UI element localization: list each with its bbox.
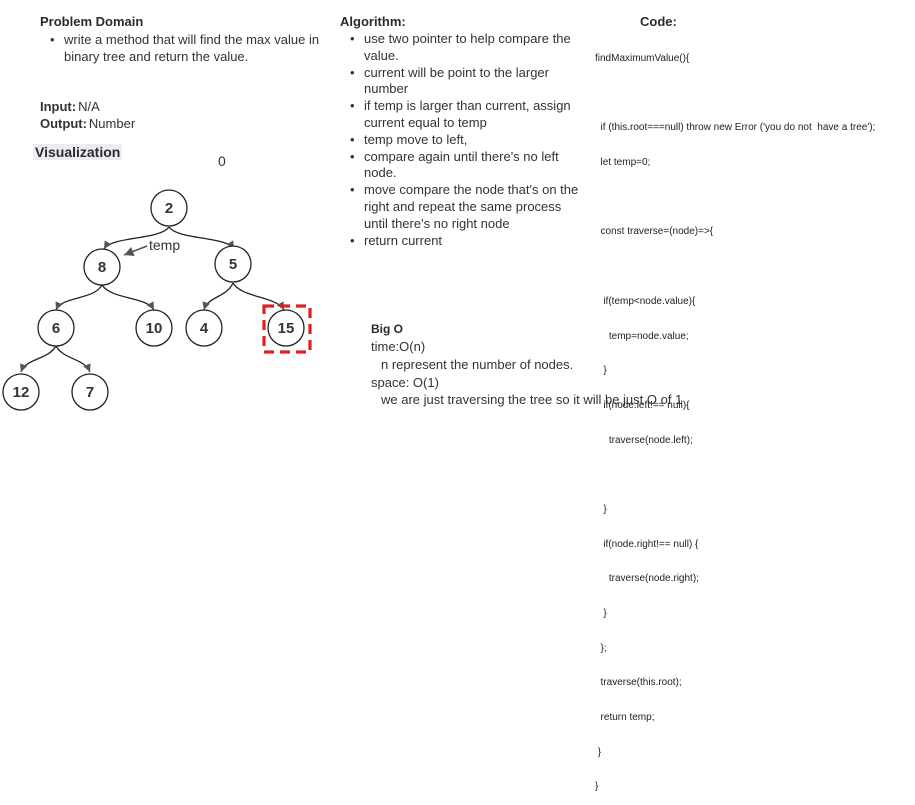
code-line: } [595,365,607,377]
code-line: const traverse=(node)=>{ [595,226,714,238]
edge-6-7 [55,345,91,373]
edge-8-6 [55,284,103,311]
algorithm-bullet: use two pointer to help compare the valu… [340,31,585,65]
algorithm-bullet: current will be point to the larger numb… [340,65,585,99]
algorithm-bullet: if temp is larger than current, assign c… [340,98,585,132]
code-line: if (this.root===null) throw new Error ('… [595,122,876,134]
code-line: return temp; [595,712,655,724]
tree-diagram: temp 2 8 5 6 10 4 15 12 7 [2,189,312,411]
code-line: if(node.right!== null) { [595,538,699,550]
edge-6-12 [19,345,57,373]
tree-node-label: 7 [86,384,94,401]
tree-node-label: 6 [52,320,60,337]
algorithm-bullets: use two pointer to help compare the valu… [340,31,585,249]
tree-node-label: 10 [146,320,163,337]
edge-5-4 [202,282,234,311]
code-block: findMaximumValue(){ if (this.root===null… [595,31,875,805]
code-line: findMaximumValue(){ [595,53,690,64]
tree-node-label: 12 [13,384,30,401]
code-line: let temp=0; [595,157,651,169]
algorithm-bullet: move compare the node that's on the righ… [340,182,585,232]
edge-8-10 [101,284,155,311]
algorithm-bullet: temp move to left, [340,132,585,149]
bigo-heading: Big O [371,322,403,336]
code-line: traverse(node.right); [595,573,699,585]
tree-node-label: 15 [278,320,295,337]
temp-pointer: temp [123,237,180,256]
edge-5-15 [232,282,285,311]
code-line: } [595,608,607,619]
code-line: } [595,781,599,793]
algorithm-bullet: return current [340,233,585,250]
code-heading: Code: [640,14,677,29]
bigo-space: space: O(1) [371,375,439,390]
code-line: traverse(this.root); [595,677,682,689]
tree-nodes: 2 8 5 6 10 4 15 12 7 [2,189,305,411]
code-line: if(temp<node.value){ [595,295,696,307]
algorithm-heading: Algorithm: [340,14,406,29]
code-line: } [595,503,607,515]
code-line: }; [595,642,607,654]
algorithm-bullet: compare again until there's no left node… [340,149,585,183]
code-line: traverse(node.left); [595,434,693,446]
tree-node-label: 5 [229,256,237,273]
bigo-time-note: n represent the number of nodes. [381,357,574,372]
tree-node-label: 4 [200,320,209,337]
temp-label: temp [149,237,180,253]
code-line: } [595,746,602,758]
bigo-space-note: we are just traversing the tree so it wi… [381,392,683,407]
tree-node-label: 8 [98,259,106,276]
temp-arrow [123,245,148,256]
bigo-time: time:O(n) [371,339,426,354]
code-line: temp=node.value; [595,330,689,342]
tree-node-label: 2 [165,200,173,217]
